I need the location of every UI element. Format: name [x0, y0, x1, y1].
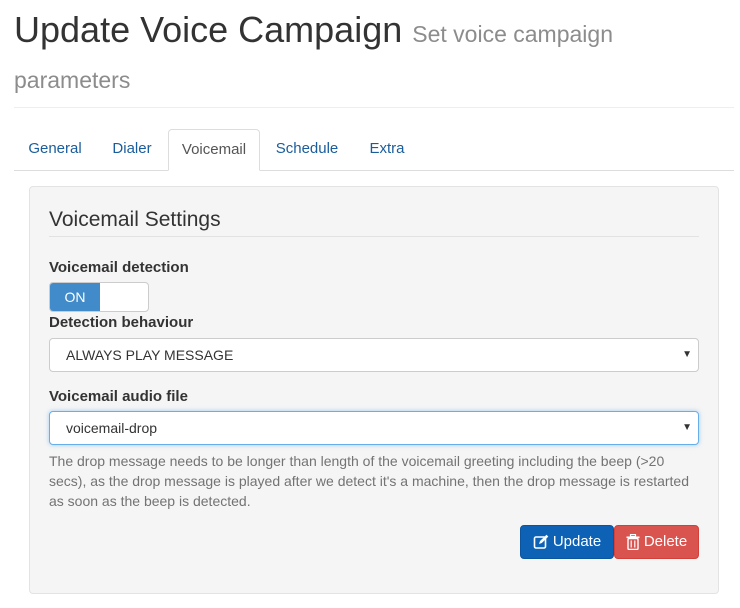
page: Update Voice Campaign Set voice campaign… — [0, 0, 740, 608]
update-button-label: Update — [552, 533, 602, 551]
detection-behaviour-value: ALWAYS PLAY MESSAGE — [66, 347, 234, 363]
tab-bar: General Dialer Voicemail Schedule Extra — [14, 129, 734, 171]
panel-title: Voicemail Settings — [49, 208, 221, 231]
audio-file-help-text: The drop message needs to be longer than… — [49, 453, 690, 509]
update-button[interactable]: Update — [520, 525, 614, 559]
voicemail-detection-label: Voicemail detection — [49, 259, 189, 276]
tab-extra[interactable]: Extra — [354, 129, 420, 171]
voicemail-settings-panel: Voicemail Settings Voicemail detection O… — [29, 186, 719, 594]
toggle-on-label: ON — [50, 283, 100, 311]
tab-general[interactable]: General — [14, 129, 96, 171]
delete-button-label: Delete — [643, 533, 688, 551]
voicemail-audio-file-select[interactable]: voicemail-drop ▼ — [49, 411, 699, 445]
page-title: Update Voice Campaign — [14, 9, 403, 50]
panel-divider — [49, 236, 699, 237]
voicemail-detection-toggle[interactable]: ON — [49, 282, 149, 312]
tab-schedule[interactable]: Schedule — [262, 129, 352, 171]
detection-behaviour-select[interactable]: ALWAYS PLAY MESSAGE ▼ — [49, 338, 699, 372]
detection-behaviour-label: Detection behaviour — [49, 314, 194, 331]
trash-icon — [626, 534, 640, 551]
voicemail-audio-file-label: Voicemail audio file — [49, 388, 188, 405]
tab-voicemail[interactable]: Voicemail — [168, 129, 260, 171]
delete-button[interactable]: Delete — [614, 525, 699, 559]
voicemail-audio-file-value: voicemail-drop — [66, 420, 158, 436]
header-divider — [14, 107, 734, 108]
chevron-down-icon: ▼ — [682, 349, 692, 360]
tab-dialer[interactable]: Dialer — [96, 129, 168, 171]
page-header: Update Voice Campaign Set voice campaign… — [14, 8, 734, 100]
edit-icon — [533, 534, 549, 550]
chevron-down-icon: ▼ — [682, 422, 692, 433]
